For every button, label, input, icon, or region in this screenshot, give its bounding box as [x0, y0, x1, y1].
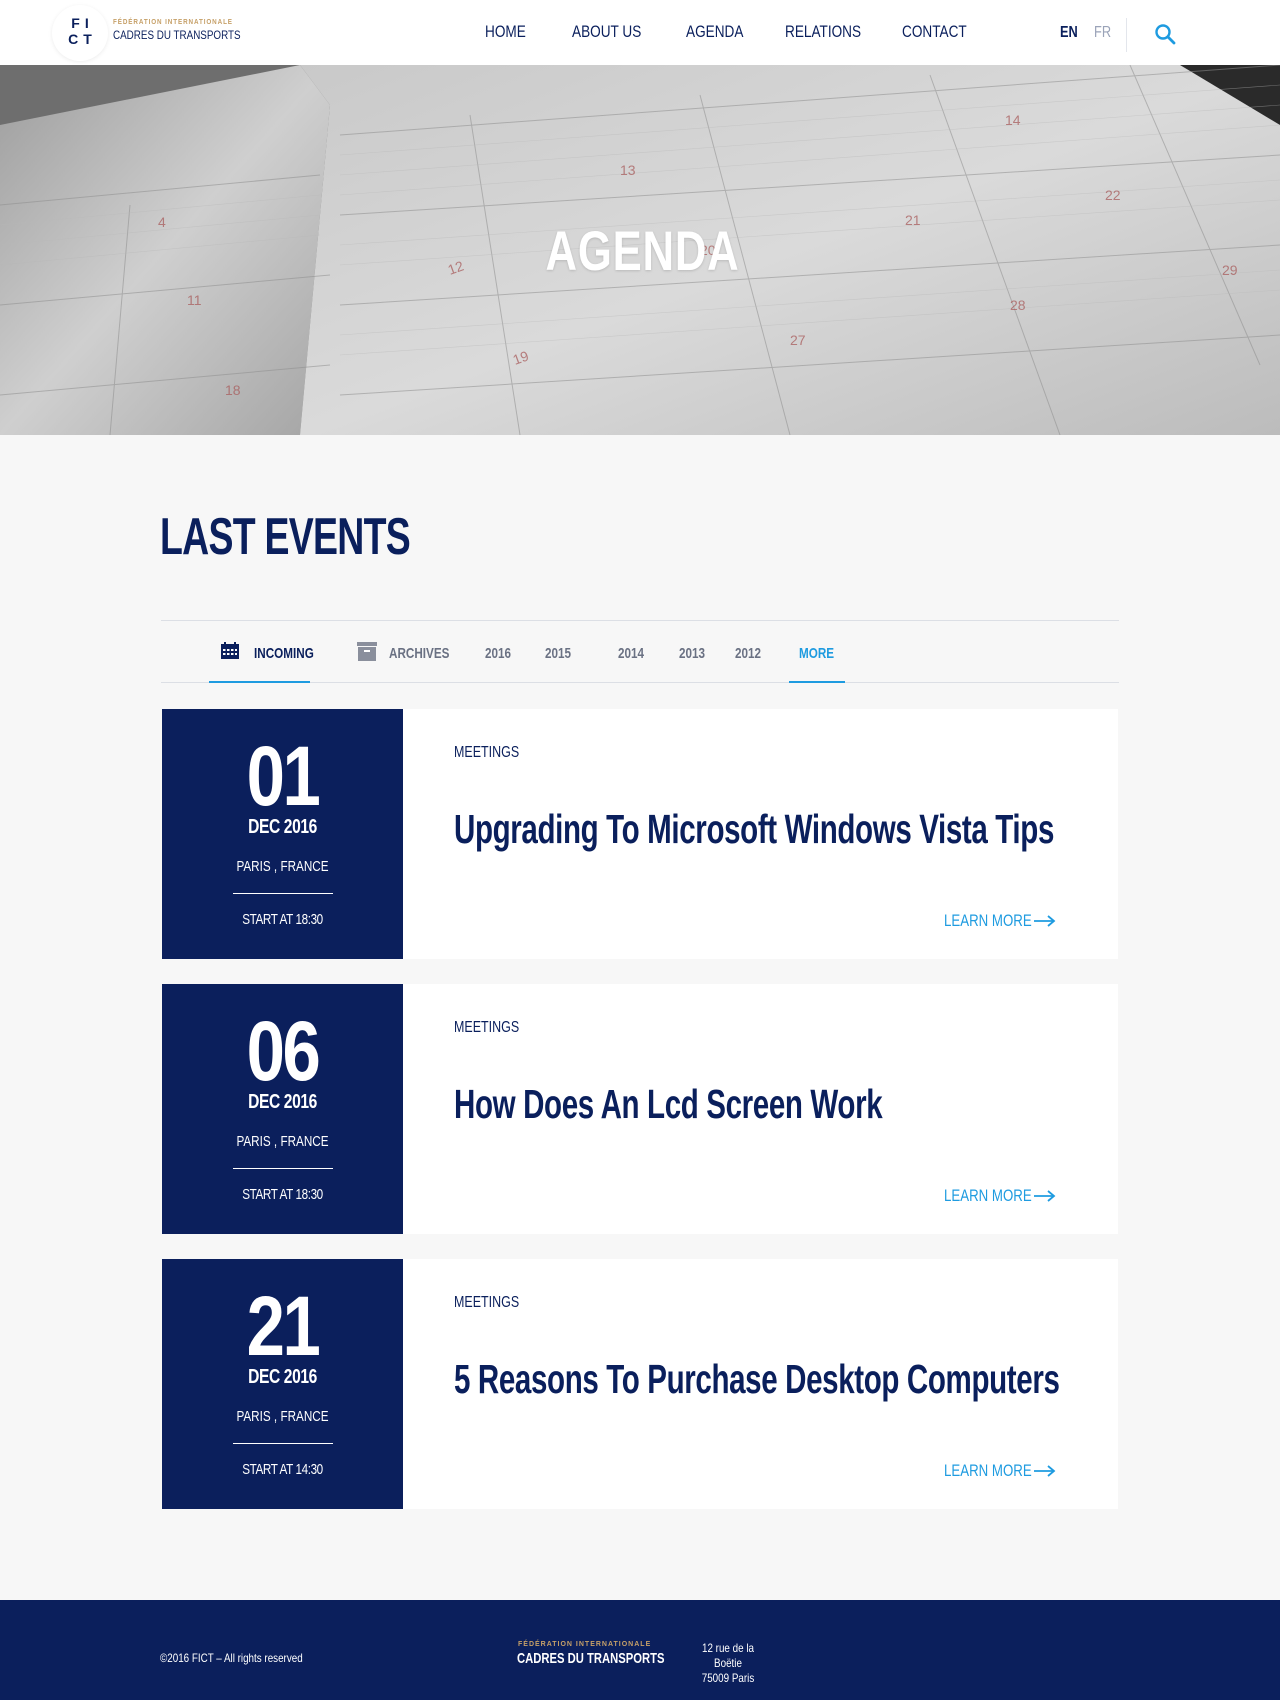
- event-start-time: START AT 18:30: [242, 911, 323, 928]
- nav-item-home[interactable]: HOME: [485, 22, 526, 42]
- logo-mark: FI CT: [52, 15, 108, 47]
- nav-item-about-us[interactable]: ABOUT US: [572, 22, 641, 42]
- address-line2: 75009 Paris: [701, 1671, 755, 1685]
- site-header: FI CT FÉDÉRATION INTERNATIONALE CADRES D…: [0, 0, 1280, 65]
- header-divider: [1126, 18, 1127, 52]
- logo-mark-line2: CT: [68, 31, 97, 47]
- more-tab-underline: [789, 681, 845, 683]
- hero-banner: 4 11 18 12 19 13 20 21 27 28 22 29 14 AG…: [0, 65, 1280, 435]
- event-category: MEETINGS: [454, 744, 520, 761]
- event-location: PARIS , FRANCE: [236, 858, 329, 875]
- date-divider: [233, 1443, 333, 1444]
- event-date-block: 21 DEC 2016 PARIS , FRANCE START AT 14:3…: [162, 1259, 403, 1509]
- tab-2014[interactable]: 2014: [618, 645, 644, 662]
- page-title: AGENDA: [545, 219, 740, 282]
- tab-more[interactable]: MORE: [799, 645, 834, 662]
- event-day: 21: [246, 1279, 321, 1373]
- event-start-time: START AT 18:30: [242, 1186, 323, 1203]
- nav-item-agenda[interactable]: AGENDA: [686, 22, 743, 42]
- tab-2016[interactable]: 2016: [485, 645, 511, 662]
- arrow-right-icon[interactable]: [1034, 915, 1056, 927]
- tab-archives[interactable]: ARCHIVES: [389, 645, 449, 662]
- event-category: MEETINGS: [454, 1019, 520, 1036]
- event-card: 01 DEC 2016 PARIS , FRANCE START AT 18:3…: [162, 709, 1118, 959]
- archive-box-icon[interactable]: [357, 642, 377, 661]
- tab-incoming[interactable]: INCOMING: [254, 645, 314, 662]
- date-divider: [233, 1168, 333, 1169]
- language-en[interactable]: EN: [1060, 24, 1078, 42]
- svg-text:14: 14: [1005, 112, 1021, 128]
- event-location: PARIS , FRANCE: [236, 1408, 329, 1425]
- logo-subtitle: FÉDÉRATION INTERNATIONALE: [113, 19, 233, 26]
- logo-mark-line1: FI: [71, 15, 94, 31]
- event-title[interactable]: 5 Reasons To Purchase Desktop Computers: [454, 1356, 1060, 1403]
- event-date-block: 01 DEC 2016 PARIS , FRANCE START AT 18:3…: [162, 709, 403, 959]
- site-footer: ©2016 FICT – All rights reserved FÉDÉRAT…: [0, 1600, 1280, 1700]
- svg-text:22: 22: [1105, 187, 1121, 203]
- search-icon[interactable]: [1153, 22, 1177, 46]
- logo-title: CADRES DU TRANSPORTS: [113, 28, 241, 42]
- calendar-icon[interactable]: [220, 642, 240, 660]
- nav-item-relations[interactable]: RELATIONS: [785, 22, 861, 42]
- svg-text:13: 13: [620, 162, 636, 178]
- event-category: MEETINGS: [454, 1294, 520, 1311]
- learn-more-link[interactable]: LEARN MORE: [944, 1461, 1032, 1481]
- learn-more-link[interactable]: LEARN MORE: [944, 1186, 1032, 1206]
- active-tab-indicator: [209, 681, 310, 683]
- svg-text:11: 11: [187, 292, 202, 308]
- copyright-text: ©2016 FICT – All rights reserved: [160, 1651, 303, 1665]
- section-title: LAST EVENTS: [160, 508, 411, 566]
- event-start-time: START AT 14:30: [242, 1461, 323, 1478]
- tab-2013[interactable]: 2013: [679, 645, 705, 662]
- event-title[interactable]: Upgrading To Microsoft Windows Vista Tip…: [454, 806, 1054, 853]
- logo[interactable]: FI CT: [52, 5, 108, 61]
- tab-2015[interactable]: 2015: [545, 645, 571, 662]
- learn-more-link[interactable]: LEARN MORE: [944, 911, 1032, 931]
- event-card: 21 DEC 2016 PARIS , FRANCE START AT 14:3…: [162, 1259, 1118, 1509]
- arrow-right-icon[interactable]: [1034, 1190, 1056, 1202]
- date-divider: [233, 893, 333, 894]
- nav-item-contact[interactable]: CONTACT: [902, 22, 967, 42]
- event-card: 06 DEC 2016 PARIS , FRANCE START AT 18:3…: [162, 984, 1118, 1234]
- footer-logo-subtitle: FÉDÉRATION INTERNATIONALE: [518, 1641, 652, 1648]
- language-fr[interactable]: FR: [1094, 24, 1111, 42]
- event-month: DEC 2016: [248, 1091, 317, 1113]
- event-month: DEC 2016: [248, 1366, 317, 1388]
- address-line1: 12 rue de la Boëtie: [702, 1641, 754, 1670]
- footer-address: 12 rue de la Boëtie 75009 Paris: [699, 1641, 756, 1686]
- event-location: PARIS , FRANCE: [236, 1133, 329, 1150]
- svg-text:29: 29: [1222, 262, 1238, 278]
- svg-text:28: 28: [1010, 297, 1026, 313]
- event-day: 01: [246, 729, 321, 823]
- event-date-block: 06 DEC 2016 PARIS , FRANCE START AT 18:3…: [162, 984, 403, 1234]
- event-day: 06: [246, 1004, 321, 1098]
- tab-2012[interactable]: 2012: [735, 645, 761, 662]
- svg-text:18: 18: [225, 382, 241, 398]
- footer-logo-title: CADRES DU TRANSPORTS: [517, 1650, 665, 1667]
- event-title[interactable]: How Does An Lcd Screen Work: [454, 1081, 883, 1128]
- arrow-right-icon[interactable]: [1034, 1465, 1056, 1477]
- svg-text:27: 27: [790, 332, 806, 348]
- event-month: DEC 2016: [248, 816, 317, 838]
- event-filter-tabs: INCOMING ARCHIVES 2016 2015 2014 2013 20…: [161, 620, 1119, 683]
